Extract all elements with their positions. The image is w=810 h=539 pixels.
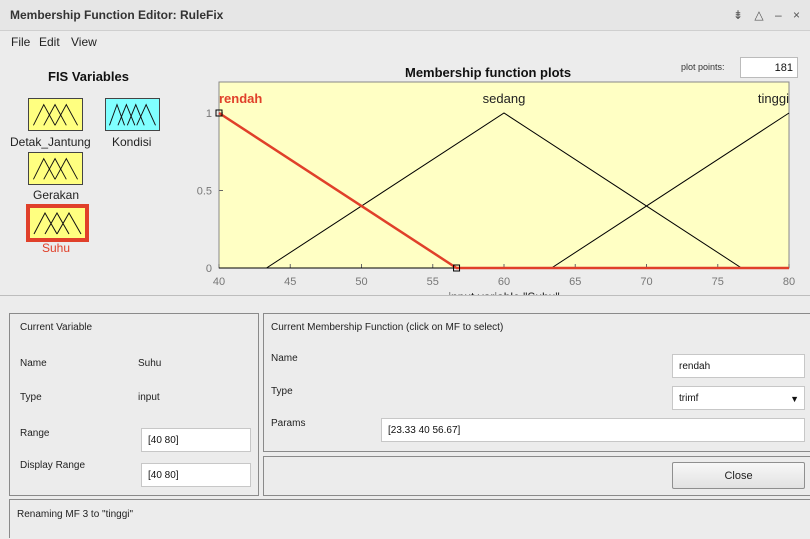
y-tick-label: 1 bbox=[206, 108, 212, 120]
mf-plot[interactable]: 40 45 50 55 60 65 70 75 80 0 0.5 1 sedang tinggi ren… bbox=[0, 0, 810, 310]
display-range-field[interactable]: [40 80] bbox=[141, 463, 251, 487]
display-range-label: Display Range bbox=[20, 460, 86, 471]
x-tick-label: 65 bbox=[569, 276, 581, 288]
plot-area[interactable] bbox=[218, 81, 790, 269]
x-tick-label: 50 bbox=[355, 276, 367, 288]
current-variable-title: Current Variable bbox=[20, 322, 93, 333]
variable-type-label: Type bbox=[20, 392, 42, 403]
x-tick-label: 80 bbox=[783, 276, 795, 288]
current-mf-title: Current Membership Function (click on MF… bbox=[271, 322, 504, 333]
x-tick-label: 55 bbox=[427, 276, 439, 288]
variable-name-label: Name bbox=[20, 358, 47, 369]
variable-name-value: Suhu bbox=[138, 358, 162, 369]
x-tick-label: 60 bbox=[498, 276, 510, 288]
status-bar: Renaming MF 3 to "tinggi" bbox=[9, 499, 810, 538]
mf-label-rendah[interactable]: rendah bbox=[219, 91, 262, 106]
mf-label-tinggi[interactable]: tinggi bbox=[758, 91, 789, 106]
mf-label-sedang[interactable]: sedang bbox=[483, 91, 526, 106]
x-tick-label: 75 bbox=[712, 276, 724, 288]
mf-type-value: trimf bbox=[679, 393, 699, 404]
mf-type-label: Type bbox=[271, 386, 293, 397]
mf-name-label: Name bbox=[271, 353, 298, 364]
chevron-down-icon: ▼ bbox=[790, 394, 799, 404]
x-tick-label: 45 bbox=[284, 276, 296, 288]
mf-params-label: Params bbox=[271, 418, 306, 429]
mf-type-select[interactable]: trimf ▼ bbox=[672, 386, 805, 410]
mf-params-field[interactable]: [23.33 40 56.67] bbox=[381, 418, 805, 442]
mf-name-field[interactable]: rendah bbox=[672, 354, 805, 378]
variable-type-value: input bbox=[138, 392, 160, 403]
x-tick-label: 70 bbox=[640, 276, 652, 288]
close-button[interactable]: Close bbox=[672, 462, 805, 489]
y-tick-label: 0.5 bbox=[197, 186, 212, 198]
current-mf-panel: Current Membership Function (click on MF… bbox=[263, 313, 810, 452]
y-tick-label: 0 bbox=[206, 263, 212, 275]
x-tick-label: 40 bbox=[213, 276, 225, 288]
status-message: Renaming MF 3 to "tinggi" bbox=[17, 509, 134, 520]
button-panel: Close bbox=[263, 456, 810, 496]
range-field[interactable]: [40 80] bbox=[141, 428, 251, 452]
current-variable-panel: Current Variable Name Suhu Type input Ra… bbox=[9, 313, 259, 496]
range-label: Range bbox=[20, 428, 50, 439]
